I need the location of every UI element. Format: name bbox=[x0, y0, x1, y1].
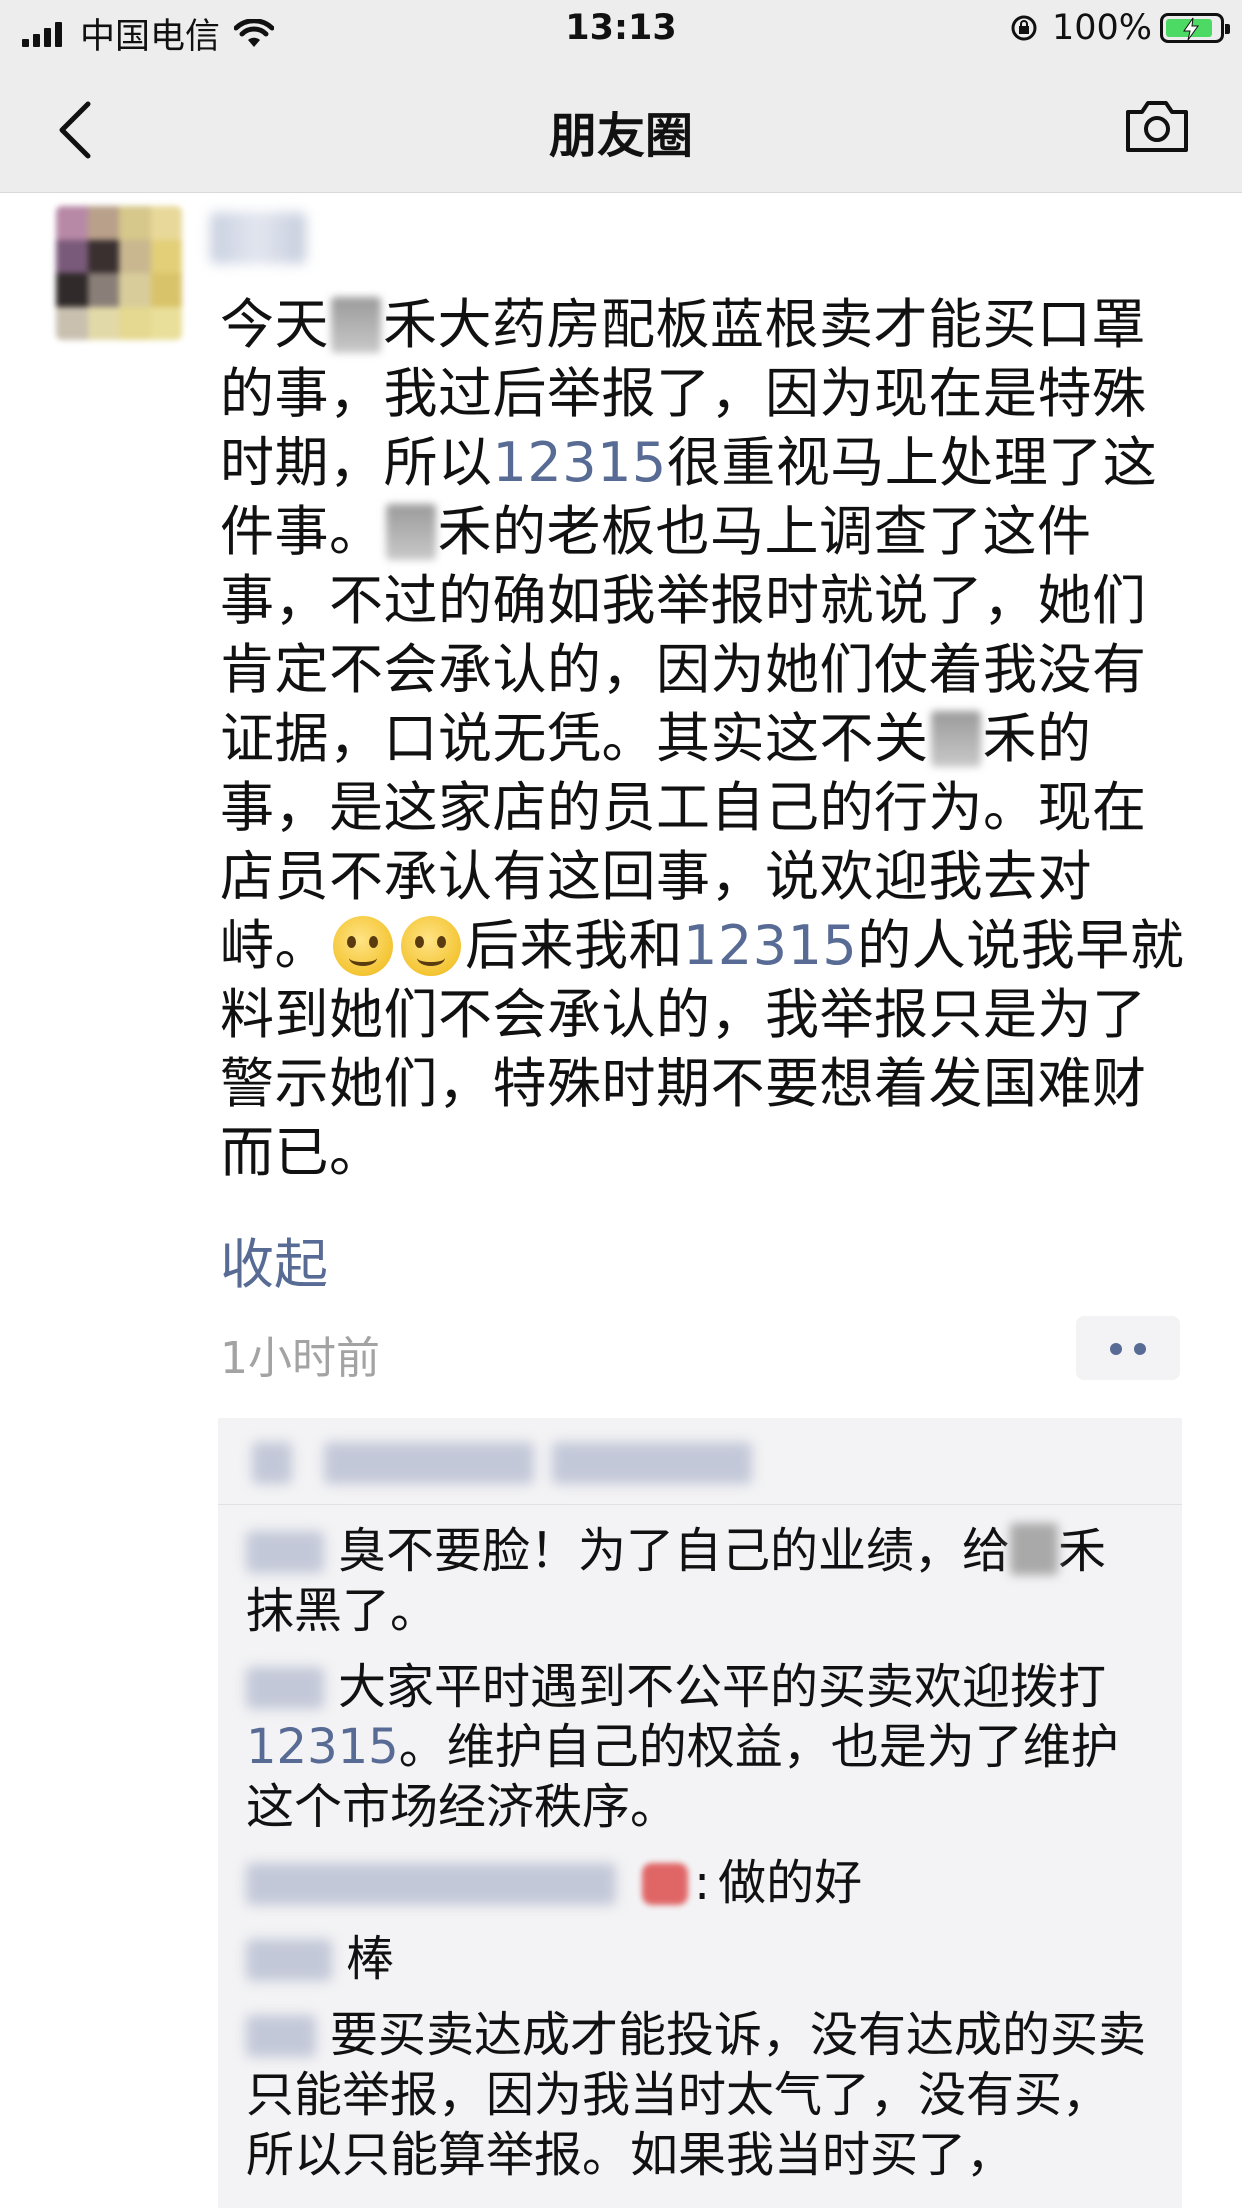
comment-text: 禾 bbox=[1058, 1523, 1107, 1579]
comment[interactable]: 要买卖达成才能投诉，没有达成的买卖只能举报，因为我当时太气了，没有买，所以只能算… bbox=[218, 2005, 1182, 2185]
text-span: 事，是这家店的员工自己的行为。现在 bbox=[220, 776, 1147, 839]
post-line: 料到她们不会承认的，我举报只是为了 bbox=[220, 980, 1180, 1049]
rotation-lock-icon bbox=[1011, 15, 1037, 41]
text-span: 而已。 bbox=[220, 1121, 384, 1184]
post-line: 峙。 后来我和12315的人说我早就 bbox=[220, 911, 1184, 980]
dot-icon bbox=[1134, 1343, 1146, 1355]
redacted-text bbox=[930, 711, 981, 767]
redacted-text bbox=[1010, 1523, 1059, 1575]
post-text: 今天 禾大药房配板蓝根卖才能买口罩 的事，我过后举报了，因为现在是特殊 时期，所以… bbox=[220, 290, 1184, 1187]
comments-panel: 臭不要脸！为了自己的业绩，给禾 抹黑了。 大家平时遇到不公平的买卖欢迎拨打 12… bbox=[218, 1418, 1182, 2208]
text-span: 时期，所以 bbox=[220, 431, 493, 494]
text-span: 件事。 bbox=[220, 500, 384, 563]
status-bar: 中国电信 13:13 100% bbox=[0, 0, 1242, 62]
post-line: 警示她们，特殊时期不要想着发国难财 bbox=[220, 1049, 1180, 1118]
comment[interactable]: 棒 bbox=[218, 1929, 1182, 1989]
more-actions-button[interactable] bbox=[1076, 1316, 1180, 1380]
post-line: 店员不承认有这回事，说欢迎我去对 bbox=[220, 842, 1180, 911]
text-span: 禾的老板也马上调查了这件 bbox=[437, 500, 1092, 563]
camera-icon[interactable] bbox=[1124, 98, 1190, 154]
text-span: 证据，口说无凭。其实这不关 bbox=[220, 707, 929, 770]
post-timestamp: 1小时前 bbox=[220, 1333, 380, 1384]
text-span: 禾的 bbox=[982, 707, 1092, 770]
redacted-text bbox=[385, 504, 436, 560]
phone-link[interactable]: 12315 bbox=[246, 1719, 399, 1775]
author-name[interactable] bbox=[210, 212, 306, 264]
liker-name[interactable] bbox=[552, 1442, 752, 1484]
liker-name[interactable] bbox=[324, 1442, 534, 1484]
comment[interactable]: 臭不要脸！为了自己的业绩，给禾 抹黑了。 bbox=[218, 1521, 1182, 1641]
commenter-name[interactable] bbox=[246, 1939, 332, 1981]
text-span: 后来我和 bbox=[465, 914, 683, 977]
post-line: 件事。 禾的老板也马上调查了这件 bbox=[220, 497, 1180, 566]
comment-text: 大家平时遇到不公平的买卖欢迎拨打 bbox=[338, 1659, 1107, 1715]
battery-percent: 100% bbox=[1051, 8, 1152, 48]
text-span: 峙。 bbox=[220, 914, 329, 977]
text-span: 的人说我早就 bbox=[857, 914, 1185, 977]
red-badge-icon bbox=[642, 1863, 688, 1905]
nav-bar: 朋友圈 bbox=[0, 62, 1242, 193]
post-line: 事，不过的确如我举报时就说了，她们 bbox=[220, 566, 1180, 635]
text-span: 今天 bbox=[220, 293, 329, 356]
page-title: 朋友圈 bbox=[548, 108, 693, 164]
likes-row bbox=[218, 1418, 1182, 1505]
post-line: 而已。 bbox=[220, 1118, 1180, 1187]
redacted-text bbox=[331, 297, 381, 353]
dot-icon bbox=[1110, 1343, 1122, 1355]
text-span: 事，不过的确如我举报时就说了，她们 bbox=[220, 569, 1147, 632]
commenter-name[interactable] bbox=[246, 1531, 324, 1573]
text-span: 店员不承认有这回事，说欢迎我去对 bbox=[220, 845, 1092, 908]
post-line: 时期，所以12315很重视马上处理了这 bbox=[220, 428, 1180, 497]
commenter-name[interactable] bbox=[246, 2015, 316, 2057]
post-line: 事，是这家店的员工自己的行为。现在 bbox=[220, 773, 1180, 842]
like-heart-icon bbox=[252, 1442, 292, 1484]
comment[interactable]: 大家平时遇到不公平的买卖欢迎拨打 12315。维护自己的权益，也是为了维护这个市… bbox=[218, 1657, 1182, 1837]
text-span: 料到她们不会承认的，我举报只是为了 bbox=[220, 983, 1147, 1046]
collapse-link[interactable]: 收起 bbox=[220, 1220, 328, 1299]
post-line: 的事，我过后举报了，因为现在是特殊 bbox=[220, 359, 1180, 428]
comment-text: 臭不要脸！为了自己的业绩，给 bbox=[338, 1523, 1011, 1579]
commenter-name[interactable] bbox=[246, 1667, 324, 1709]
post-line: 证据，口说无凭。其实这不关 禾的 bbox=[220, 704, 1180, 773]
comment-text: 要买卖达成才能投诉，没有达成的买卖只能举报，因为我当时太气了，没有买，所以只能算… bbox=[246, 2007, 1147, 2183]
comment-text: 抹黑了。 bbox=[246, 1583, 439, 1639]
smile-emoji-icon bbox=[333, 916, 393, 976]
phone-link[interactable]: 12315 bbox=[493, 431, 667, 494]
text-span: 警示她们，特殊时期不要想着发国难财 bbox=[220, 1052, 1147, 1115]
phone-link[interactable]: 12315 bbox=[683, 914, 857, 977]
smile-emoji-icon bbox=[401, 916, 461, 976]
comment-text: 棒 bbox=[346, 1931, 395, 1987]
text-span: 很重视马上处理了这 bbox=[666, 431, 1158, 494]
text-span: 肯定不会承认的，因为她们仗着我没有 bbox=[220, 638, 1147, 701]
avatar[interactable] bbox=[56, 206, 182, 340]
comment-text: 做的好 bbox=[718, 1855, 863, 1911]
comment[interactable]: : 做的好 bbox=[218, 1853, 1182, 1913]
text-span: 禾大药房配板蓝根卖才能买口罩 bbox=[383, 293, 1146, 356]
text-span: 的事，我过后举报了，因为现在是特殊 bbox=[220, 362, 1147, 425]
post-line: 今天 禾大药房配板蓝根卖才能买口罩 bbox=[220, 290, 1180, 359]
comment-separator: : bbox=[694, 1855, 711, 1911]
battery-icon bbox=[1160, 13, 1230, 43]
commenter-name[interactable] bbox=[246, 1863, 616, 1905]
post-line: 肯定不会承认的，因为她们仗着我没有 bbox=[220, 635, 1180, 704]
